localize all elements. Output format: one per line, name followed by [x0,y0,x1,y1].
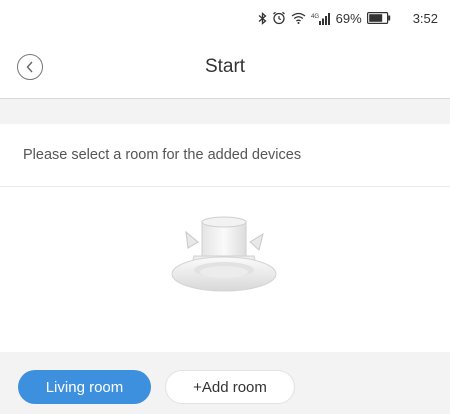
bluetooth-icon [258,11,267,25]
chevron-left-icon [26,61,33,73]
battery-icon [366,12,390,24]
network-type-label: 4G [311,14,319,20]
page-title: Start [204,56,246,77]
wifi-icon [291,12,306,24]
status-icons: 4G 69% [258,11,391,26]
status-time: 3:52 [412,10,438,26]
room-chip-living-room[interactable]: Living room [18,370,151,404]
status-bar: 4G 69% 3:52 [0,0,450,36]
room-selector-bar: Living room +Add room [0,352,450,414]
prompt-divider [0,186,450,187]
add-room-button[interactable]: +Add room [165,370,295,404]
back-button[interactable] [17,54,43,80]
battery-percentage: 69% [335,10,362,26]
navigation-bar: Start [0,40,450,94]
section-spacer [0,99,450,124]
device-image [171,216,277,292]
alarm-icon [272,11,285,25]
room-selection-prompt: Please select a room for the added devic… [23,147,302,163]
signal-icon: 4G [311,12,330,25]
